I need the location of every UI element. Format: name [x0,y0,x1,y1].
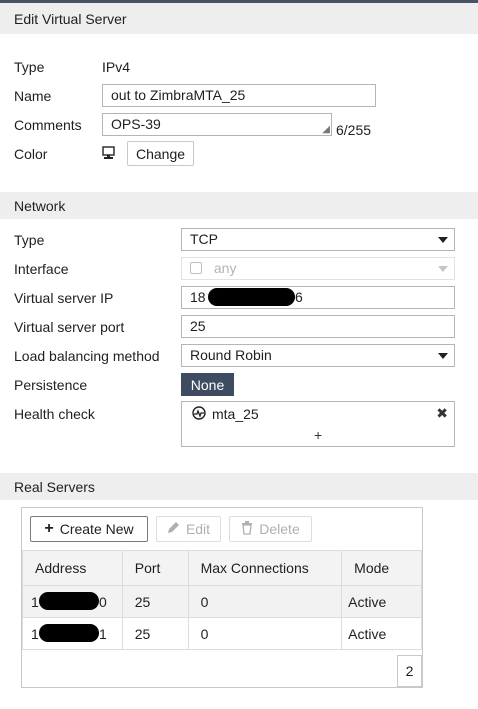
pencil-icon [167,521,180,537]
redaction-mark [39,624,99,642]
column-header-port[interactable]: Port [121,550,189,586]
network-section-title: Network [14,197,66,214]
max-connections-cell: 0 [187,585,343,618]
port-cell: 25 [121,585,189,618]
color-label: Color [14,146,48,162]
address-cell: 1 0 [22,585,123,618]
real-servers-section-header: Real Servers [0,473,478,500]
health-monitor-icon [192,406,206,423]
health-check-label: Health check [14,406,95,422]
vs-port-input[interactable]: 25 [181,315,455,338]
plus-icon: + [44,520,54,537]
lb-method-value: Round Robin [190,347,272,363]
comments-text: OPS-39 [111,116,161,132]
network-section-header: Network [0,192,478,219]
interface-select: any [181,257,455,280]
page-title-text: Edit Virtual Server [14,10,127,27]
comments-textarea[interactable]: OPS-39 ◢ [102,113,332,136]
interface-label: Interface [14,261,69,277]
resize-handle-icon[interactable]: ◢ [322,125,330,135]
mode-cell: Active [341,617,422,650]
table-header-row: Address Port Max Connections Mode [22,550,422,586]
comments-label: Comments [14,117,82,133]
type-value: IPv4 [102,59,131,75]
address-suffix: 1 [99,626,107,642]
edit-button[interactable]: Edit [156,516,221,542]
real-servers-table: Address Port Max Connections Mode 1 0 25… [22,550,422,650]
max-connections-cell: 0 [187,617,343,650]
mode-cell: Active [341,585,422,618]
close-icon[interactable]: ✖ [436,405,448,422]
port-cell: 25 [121,617,189,650]
persistence-label: Persistence [14,377,88,393]
monitor-icon [102,146,115,163]
lb-method-label: Load balancing method [14,348,160,364]
chevron-down-icon [438,237,448,243]
network-type-select[interactable]: TCP [181,228,455,251]
vs-ip-prefix: 18 [190,289,206,305]
row-count-badge: 2 [397,655,422,687]
redaction-mark [208,288,295,306]
create-new-button[interactable]: + Create New [30,516,148,542]
health-check-item: mta_25 [212,406,259,422]
address-suffix: 0 [99,594,107,610]
change-color-button[interactable]: Change [127,141,194,166]
network-type-value: TCP [190,231,218,247]
add-health-check-button[interactable]: + [314,427,322,443]
vs-ip-label: Virtual server IP [14,290,114,306]
delete-button[interactable]: Delete [229,516,312,542]
delete-label: Delete [259,521,300,537]
column-header-address[interactable]: Address [22,550,123,586]
name-input[interactable]: out to ZimbraMTA_25 [102,84,376,107]
network-type-label: Type [14,232,45,248]
edit-label: Edit [185,521,211,537]
type-label: Type [14,59,45,75]
persistence-option-none[interactable]: None [181,373,234,396]
page-title: Edit Virtual Server [0,3,478,34]
address-prefix: 1 [31,625,39,642]
table-row[interactable]: 1 1 25 0 Active [22,617,422,650]
trash-icon [241,520,253,538]
table-row[interactable]: 1 0 25 0 Active [22,585,422,618]
chevron-down-icon [438,266,448,272]
chevron-down-icon [438,353,448,359]
redaction-mark [39,592,99,610]
interface-value: any [213,260,237,276]
vs-port-label: Virtual server port [14,319,125,335]
column-header-max-connections[interactable]: Max Connections [187,550,343,586]
lb-method-select[interactable]: Round Robin [181,344,455,367]
vs-ip-input[interactable]: 18 6 [181,286,455,309]
health-check-box: mta_25 ✖ + [181,401,455,447]
vs-ip-suffix: 6 [295,289,303,305]
checkbox-icon [190,262,202,274]
name-label: Name [14,88,52,104]
create-new-label: Create New [59,521,134,537]
address-prefix: 1 [31,593,39,610]
column-header-mode[interactable]: Mode [341,550,422,586]
address-cell: 1 1 [22,617,123,650]
real-servers-section-title: Real Servers [14,478,95,495]
comments-counter: 6/255 [336,122,372,138]
